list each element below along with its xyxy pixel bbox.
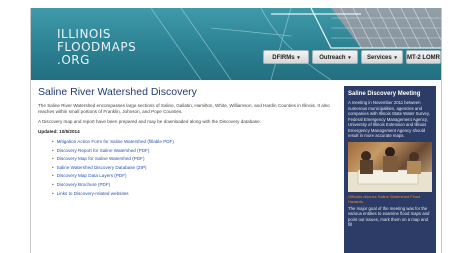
main-nav: DFIRMs ▾ Outreach ▾ Services ▾ MT-2 LOMR <box>31 50 441 64</box>
nav-outreach-label: Outreach <box>319 55 346 61</box>
list-item: • Mitigation Action Form for Saline Water… <box>52 138 334 147</box>
header-banner: ILLINOIS FLOODMAPS .ORG DFIRMs ▾ Outreac… <box>31 8 441 80</box>
nav-services-label: Services <box>367 55 392 61</box>
nav-outreach[interactable]: Outreach ▾ <box>312 50 358 64</box>
link-related-websites[interactable]: Links to Discovery-related websites <box>57 191 129 196</box>
link-discovery-map[interactable]: Discovery Map for Saline Watershed (PDF) <box>57 156 145 161</box>
list-item: • Discovery Map Data Layers (PDF) <box>52 172 334 181</box>
meeting-photo <box>348 141 432 192</box>
chevron-down-icon: ▾ <box>394 55 397 61</box>
link-discovery-brochure[interactable]: Discovery Brochure (PDF) <box>57 182 111 187</box>
nav-dfirms-label: DFIRMs <box>272 55 295 61</box>
main-column: Saline River Watershed Discovery The Sal… <box>38 86 334 198</box>
page-title: Saline River Watershed Discovery <box>38 86 197 98</box>
sidebar-title: Saline Discovery Meeting <box>348 91 421 97</box>
nav-mt2-lomr-label: MT-2 LOMR <box>407 55 440 61</box>
intro-paragraph: The Saline River Watershed encompasses l… <box>38 103 330 114</box>
meeting-photo-illustration <box>348 146 432 192</box>
bullet-icon: • <box>52 190 54 196</box>
page-container: ILLINOIS FLOODMAPS .ORG DFIRMs ▾ Outreac… <box>30 8 442 253</box>
link-discovery-report[interactable]: Discovery Report for Saline Watershed (P… <box>57 148 150 153</box>
bullet-icon: • <box>52 181 54 187</box>
list-item: • Discovery Brochure (PDF) <box>52 181 334 190</box>
link-map-data-layers[interactable]: Discovery Map Data Layers (PDF) <box>57 173 127 178</box>
note-paragraph: A Discovery map and report have been pre… <box>38 119 261 124</box>
sidebar-meeting-panel: Saline Discovery Meeting A meeting in No… <box>344 86 436 253</box>
bullet-icon: • <box>52 139 54 144</box>
list-item: • Discovery Report for Saline Watershed (… <box>52 147 334 156</box>
bullet-icon: • <box>52 156 54 162</box>
link-discovery-database[interactable]: Saline Watershed Discovery Database (ZIP… <box>57 165 147 170</box>
content-area: Saline River Watershed Discovery The Sal… <box>31 80 441 253</box>
nav-mt2-lomr[interactable]: MT-2 LOMR <box>406 50 441 64</box>
list-item: • Discovery Map for Saline Watershed (PDF… <box>52 155 334 164</box>
nav-services[interactable]: Services ▾ <box>361 50 403 64</box>
list-item: • Links to Discovery-related websites <box>52 190 334 199</box>
updated-date: Updated: 10/5/2014 <box>38 129 80 134</box>
link-mitigation-form[interactable]: Mitigation Action Form for Saline Waters… <box>57 139 174 144</box>
download-links-list: • Mitigation Action Form for Saline Water… <box>38 138 334 198</box>
chevron-down-icon: ▾ <box>297 55 300 61</box>
sidebar-text: A meeting in November 2011 between numer… <box>348 100 430 138</box>
sidebar-footer-text: The major goal of the meeting was for th… <box>348 205 430 228</box>
list-item: • Saline Watershed Discovery Database (ZI… <box>52 164 334 173</box>
chevron-down-icon: ▾ <box>348 55 351 61</box>
photo-caption: Officials discuss Saline Watershed Flood… <box>348 193 421 204</box>
bullet-icon: • <box>52 164 54 170</box>
bullet-icon: • <box>52 173 54 179</box>
bullet-icon: • <box>52 147 54 153</box>
nav-dfirms[interactable]: DFIRMs ▾ <box>263 50 309 64</box>
